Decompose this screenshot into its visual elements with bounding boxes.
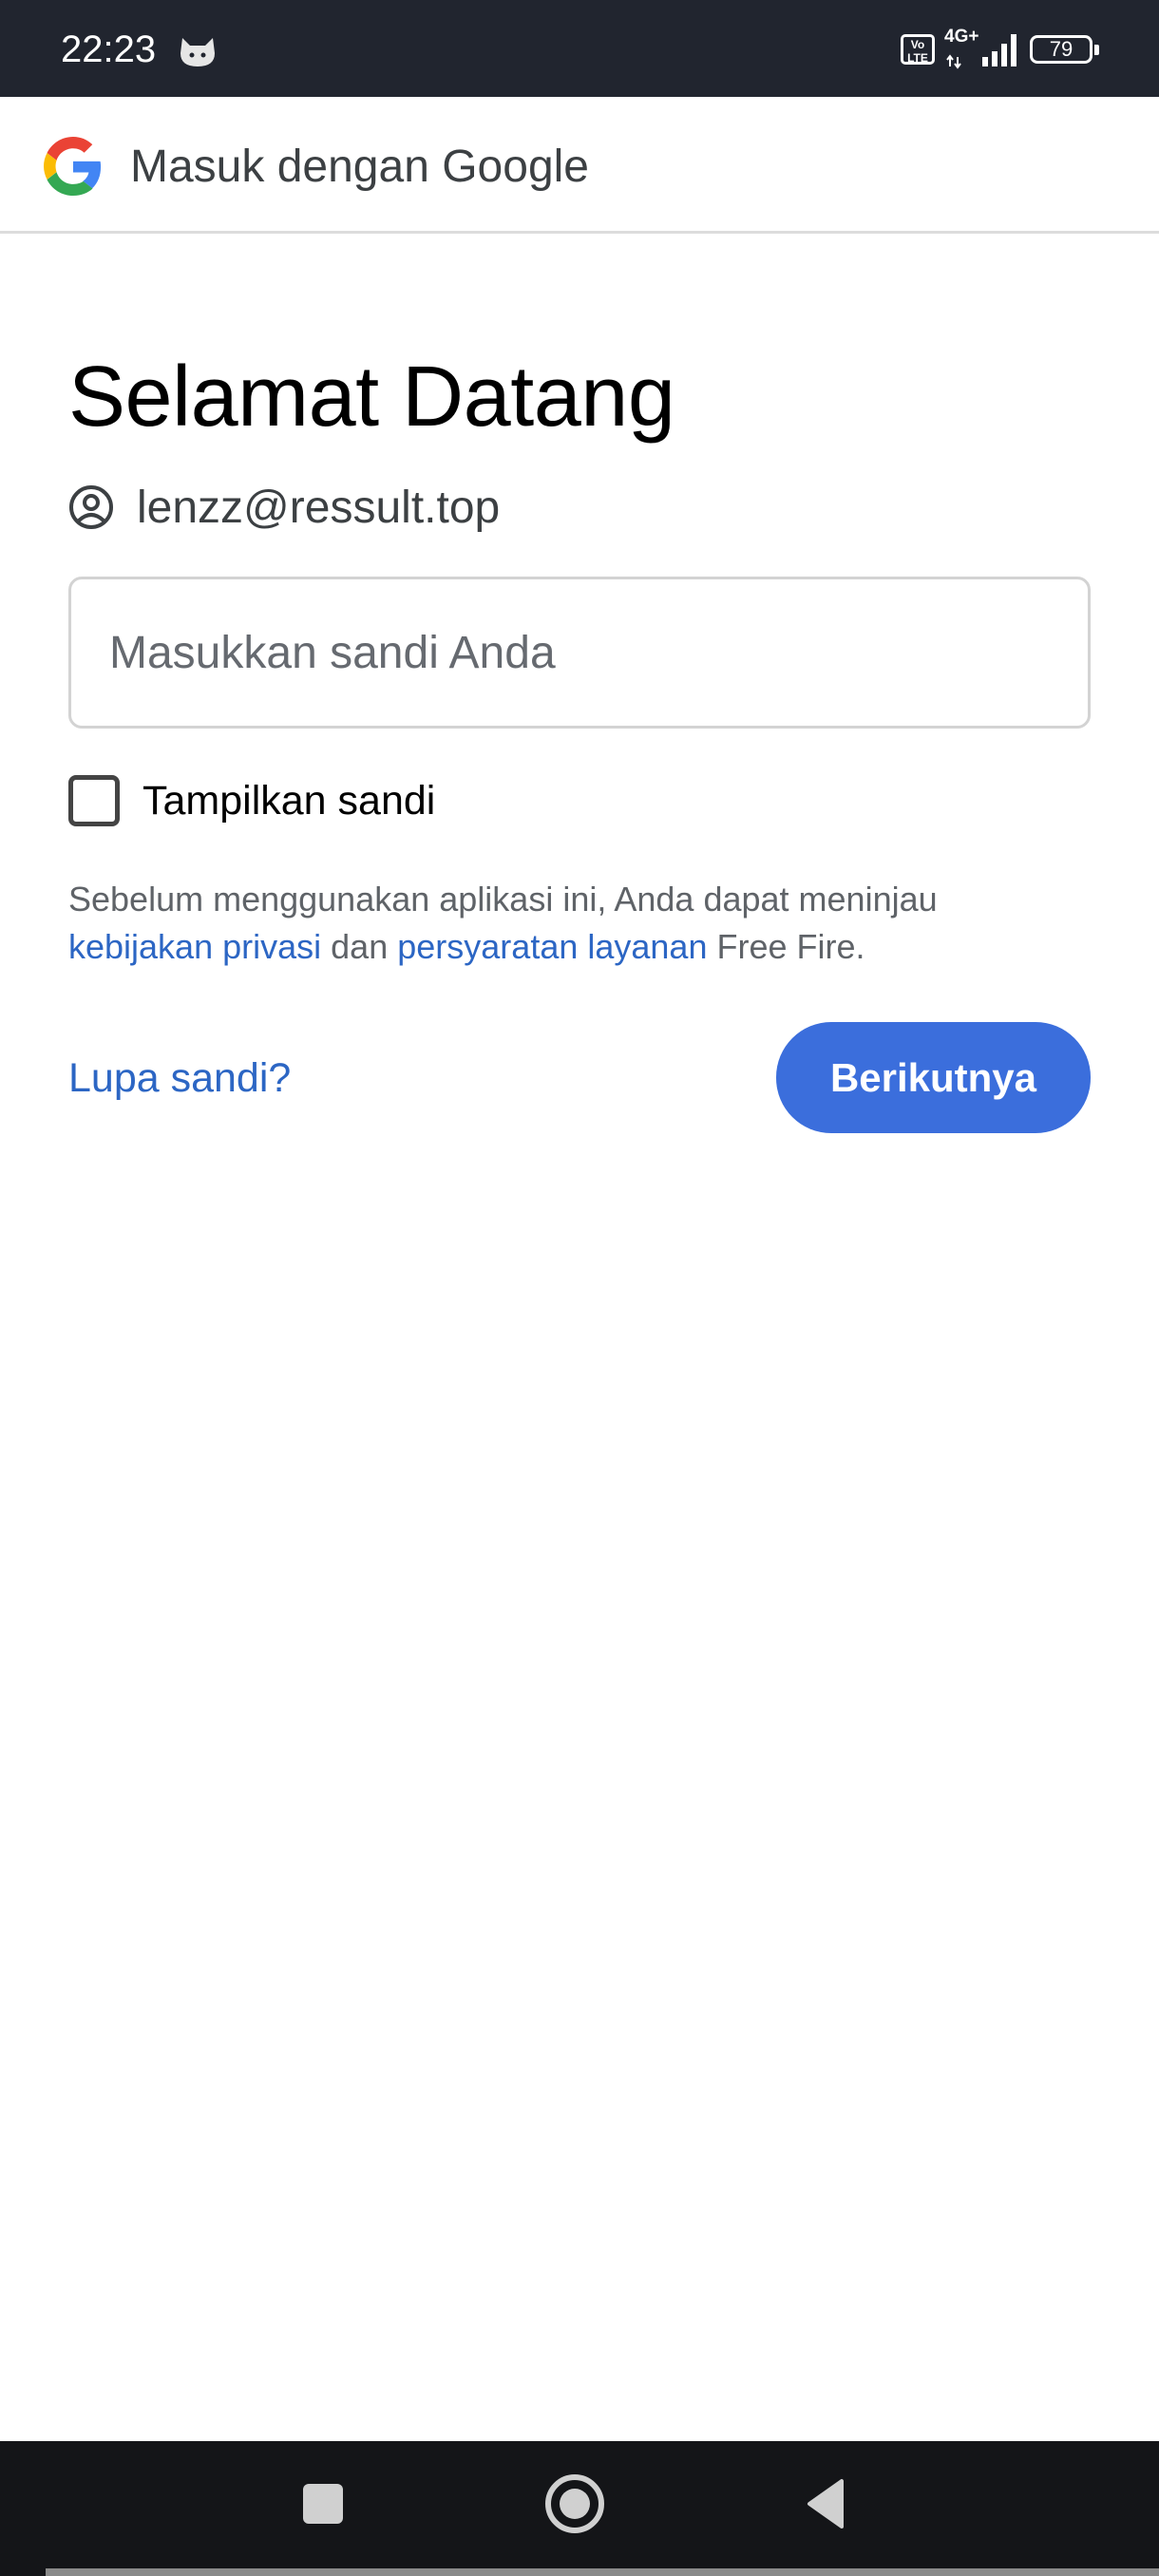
account-email: lenzz@ressult.top xyxy=(137,482,501,533)
cat-notification-icon xyxy=(180,38,215,66)
app-header: Masuk dengan Google xyxy=(0,97,1159,234)
disclaimer-text-before: Sebelum menggunakan aplikasi ini, Anda d… xyxy=(68,880,938,919)
back-triangle-icon[interactable] xyxy=(788,2466,864,2542)
terms-of-service-link[interactable]: persyaratan layanan xyxy=(397,927,707,966)
next-button[interactable]: Berikutnya xyxy=(776,1022,1091,1133)
status-time: 22:23 xyxy=(61,28,157,70)
battery-icon: 79 xyxy=(1030,35,1099,64)
show-password-label: Tampilkan sandi xyxy=(142,777,436,824)
app-header-title: Masuk dengan Google xyxy=(130,142,589,192)
disclaimer-text-after: Free Fire. xyxy=(716,927,865,966)
forgot-password-link[interactable]: Lupa sandi? xyxy=(68,1052,291,1104)
page-title: Selamat Datang xyxy=(68,350,675,445)
status-indicators: Vo LTE 4G+ 79 xyxy=(901,27,1099,70)
google-g-icon xyxy=(44,137,102,196)
home-circle-icon[interactable] xyxy=(537,2466,613,2542)
status-bar: 22:23 Vo LTE 4G+ 79 xyxy=(0,0,1159,97)
show-password-checkbox[interactable] xyxy=(68,775,120,826)
show-password-toggle[interactable]: Tampilkan sandi xyxy=(68,774,435,827)
signal-icon: 4G+ xyxy=(944,27,1016,70)
system-nav-bar xyxy=(0,2441,1159,2576)
policy-disclaimer: Sebelum menggunakan aplikasi ini, Anda d… xyxy=(68,876,1094,971)
account-circle-icon xyxy=(69,485,113,529)
disclaimer-text-middle: dan xyxy=(331,927,389,966)
password-input[interactable] xyxy=(68,577,1091,729)
gesture-bar xyxy=(46,2568,1159,2576)
privacy-policy-link[interactable]: kebijakan privasi xyxy=(68,927,321,966)
recents-square-icon[interactable] xyxy=(285,2466,361,2542)
volte-badge: Vo LTE xyxy=(901,34,935,65)
account-chip[interactable]: lenzz@ressult.top xyxy=(68,481,500,534)
